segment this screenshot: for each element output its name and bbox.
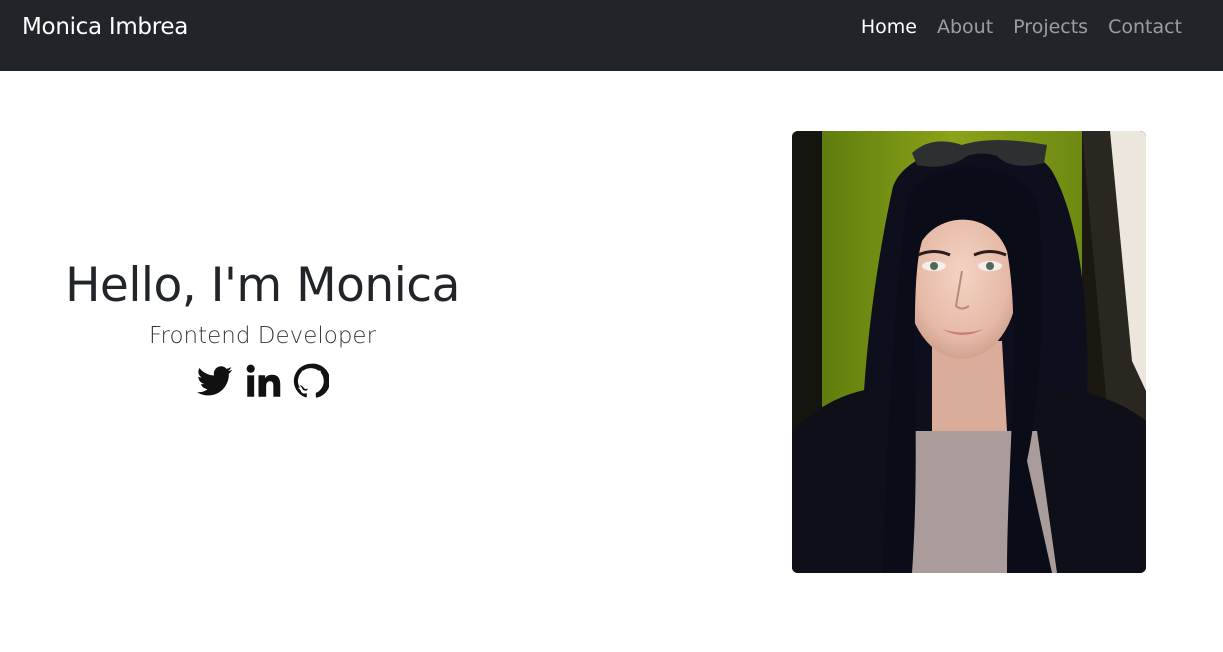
portrait-image: [792, 131, 1146, 573]
brand-link[interactable]: Monica Imbrea: [22, 12, 188, 42]
github-icon: [293, 363, 329, 398]
hero-subtitle: Frontend Developer: [148, 323, 377, 349]
github-link[interactable]: [293, 363, 329, 399]
navbar: Monica Imbrea Home About Projects Contac…: [0, 0, 1223, 71]
hero-intro: Hello, I'm Monica Frontend Developer: [20, 255, 505, 399]
social-links: [20, 363, 505, 399]
nav-link-home[interactable]: Home: [861, 14, 917, 40]
nav-link-contact[interactable]: Contact: [1108, 14, 1182, 40]
hero-headline: Hello, I'm Monica: [65, 258, 460, 313]
nav-link-projects[interactable]: Projects: [1013, 14, 1088, 40]
linkedin-link[interactable]: [245, 363, 281, 399]
nav-link-about[interactable]: About: [937, 14, 993, 40]
nav-menu: Home About Projects Contact: [861, 14, 1182, 40]
linkedin-icon: [246, 364, 280, 397]
profile-photo: [792, 131, 1146, 573]
twitter-link[interactable]: [196, 363, 233, 399]
twitter-icon: [196, 366, 232, 396]
